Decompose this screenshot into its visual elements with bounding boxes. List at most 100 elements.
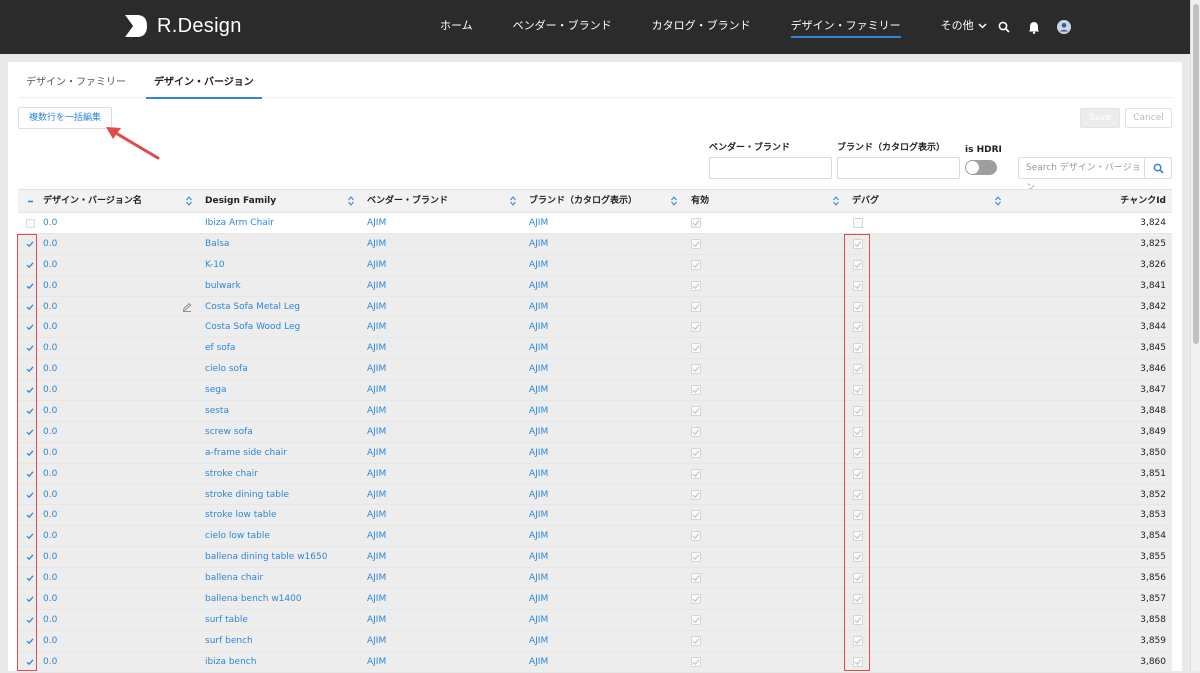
table-row[interactable]: 0.0 stroke dining table AJIM AJIM 3,852 <box>18 484 1172 506</box>
vendor-brand-link[interactable]: AJIM <box>367 631 386 651</box>
catalog-brand-link[interactable]: AJIM <box>529 401 548 421</box>
row-select-checkbox[interactable] <box>25 427 35 437</box>
catalog-brand-link[interactable]: AJIM <box>529 255 548 275</box>
design-family-link[interactable]: screw sofa <box>205 422 253 442</box>
design-family-link[interactable]: ballena dining table w1650 <box>205 547 327 567</box>
vendor-brand-link[interactable]: AJIM <box>367 380 386 400</box>
row-select-checkbox[interactable] <box>25 636 35 646</box>
row-select-checkbox[interactable] <box>25 260 35 270</box>
design-family-link[interactable]: cielo low table <box>205 526 270 546</box>
row-select-checkbox[interactable] <box>25 552 35 562</box>
catalog-brand-link[interactable]: AJIM <box>529 464 548 484</box>
row-select-checkbox[interactable] <box>25 573 35 583</box>
vendor-brand-link[interactable]: AJIM <box>367 213 386 233</box>
row-select-checkbox[interactable] <box>25 469 35 479</box>
nav-home[interactable]: ホーム <box>440 0 473 54</box>
version-name[interactable]: 0.0 <box>43 255 57 275</box>
scrollbar-thumb[interactable] <box>1193 4 1199 344</box>
nav-design-family[interactable]: デザイン・ファミリー <box>790 0 901 54</box>
version-name[interactable]: 0.0 <box>43 485 57 505</box>
logo[interactable]: R.Design <box>124 14 242 38</box>
catalog-brand-link[interactable]: AJIM <box>529 610 548 630</box>
table-row[interactable]: 0.0 ballena dining table w1650 AJIM AJIM 3,8… <box>18 547 1172 569</box>
vendor-brand-link[interactable]: AJIM <box>367 547 386 567</box>
design-family-link[interactable]: sesta <box>205 401 229 421</box>
vendor-brand-link[interactable]: AJIM <box>367 338 386 358</box>
catalog-brand-link[interactable]: AJIM <box>529 338 548 358</box>
search-button[interactable] <box>1144 157 1172 179</box>
catalog-brand-link[interactable]: AJIM <box>529 422 548 442</box>
catalog-brand-link[interactable]: AJIM <box>529 443 548 463</box>
select-all-checkbox[interactable] <box>25 196 35 206</box>
vendor-brand-link[interactable]: AJIM <box>367 297 386 317</box>
nav-other[interactable]: その他 <box>941 0 987 54</box>
vendor-brand-link[interactable]: AJIM <box>367 255 386 275</box>
vendor-brand-link[interactable]: AJIM <box>367 568 386 588</box>
table-row[interactable]: 0.0 screw sofa AJIM AJIM 3,849 <box>18 421 1172 443</box>
table-row[interactable]: 0.0 ibiza bench AJIM AJIM 3,860 <box>18 651 1172 673</box>
table-row[interactable]: 0.0 bulwark AJIM AJIM 3,841 <box>18 275 1172 297</box>
version-name[interactable]: 0.0 <box>43 568 57 588</box>
version-name[interactable]: 0.0 <box>43 380 57 400</box>
catalog-brand-link[interactable]: AJIM <box>529 547 548 567</box>
version-name[interactable]: 0.0 <box>43 297 57 317</box>
sort-icon[interactable] <box>186 196 192 206</box>
catalog-brand-link[interactable]: AJIM <box>529 234 548 254</box>
catalog-brand-link[interactable]: AJIM <box>529 213 548 233</box>
page-scrollbar[interactable] <box>1190 0 1200 671</box>
vendor-filter-input[interactable] <box>709 157 832 179</box>
design-family-link[interactable]: Costa Sofa Metal Leg <box>205 297 300 317</box>
table-row[interactable]: 0.0 K-10 AJIM AJIM 3,826 <box>18 254 1172 276</box>
design-family-link[interactable]: surf bench <box>205 631 253 651</box>
design-family-link[interactable]: Balsa <box>205 234 229 254</box>
vendor-brand-link[interactable]: AJIM <box>367 234 386 254</box>
version-name[interactable]: 0.0 <box>43 422 57 442</box>
cancel-button[interactable]: Cancel <box>1125 108 1172 128</box>
design-family-link[interactable]: cielo sofa <box>205 359 248 379</box>
row-select-checkbox[interactable] <box>25 531 35 541</box>
table-row[interactable]: 0.0 ef sofa AJIM AJIM 3,845 <box>18 338 1172 360</box>
sort-icon[interactable] <box>510 196 516 206</box>
vendor-brand-link[interactable]: AJIM <box>367 652 386 672</box>
version-name[interactable]: 0.0 <box>43 213 57 233</box>
version-name[interactable]: 0.0 <box>43 276 57 296</box>
table-row[interactable]: 0.0 Balsa AJIM AJIM 3,825 <box>18 233 1172 255</box>
sort-icon[interactable] <box>348 196 354 206</box>
table-row[interactable]: 0.0 Costa Sofa Wood Leg AJIM AJIM 3,844 <box>18 317 1172 339</box>
row-select-checkbox[interactable] <box>25 615 35 625</box>
row-select-checkbox[interactable] <box>25 385 35 395</box>
table-row[interactable]: 0.0 a-frame side chair AJIM AJIM 3,850 <box>18 442 1172 464</box>
design-family-link[interactable]: stroke dining table <box>205 485 289 505</box>
brand-filter-input[interactable] <box>837 157 960 179</box>
catalog-brand-link[interactable]: AJIM <box>529 380 548 400</box>
col-header-vendor-brand[interactable]: ベンダー・ブランド <box>367 190 448 212</box>
table-row[interactable]: 0.0 surf bench AJIM AJIM 3,859 <box>18 630 1172 652</box>
vendor-brand-link[interactable]: AJIM <box>367 505 386 525</box>
version-name[interactable]: 0.0 <box>43 401 57 421</box>
vendor-brand-link[interactable]: AJIM <box>367 317 386 337</box>
vendor-brand-link[interactable]: AJIM <box>367 359 386 379</box>
table-row[interactable]: 0.0 stroke chair AJIM AJIM 3,851 <box>18 463 1172 485</box>
version-name[interactable]: 0.0 <box>43 464 57 484</box>
catalog-brand-link[interactable]: AJIM <box>529 589 548 609</box>
col-header-enabled[interactable]: 有効 <box>691 190 709 212</box>
vendor-brand-link[interactable]: AJIM <box>367 401 386 421</box>
nav-vendor-brand[interactable]: ベンダー・ブランド <box>513 0 612 54</box>
row-select-checkbox[interactable] <box>25 281 35 291</box>
search-icon[interactable] <box>995 18 1013 36</box>
design-family-link[interactable]: ibiza bench <box>205 652 256 672</box>
row-select-checkbox[interactable] <box>25 490 35 500</box>
nav-catalog-brand[interactable]: カタログ・ブランド <box>652 0 751 54</box>
bulk-edit-button[interactable]: 複数行を一括編集 <box>18 107 113 129</box>
edit-pencil-icon[interactable] <box>182 302 192 312</box>
col-header-debug[interactable]: デバグ <box>852 190 879 212</box>
catalog-brand-link[interactable]: AJIM <box>529 505 548 525</box>
tab-design-version[interactable]: デザイン・バージョン <box>146 72 262 99</box>
sort-icon[interactable] <box>671 196 677 206</box>
avatar-icon[interactable] <box>1055 18 1073 36</box>
row-select-checkbox[interactable] <box>25 406 35 416</box>
col-header-design-family[interactable]: Design Family <box>205 190 276 212</box>
vendor-brand-link[interactable]: AJIM <box>367 526 386 546</box>
version-name[interactable]: 0.0 <box>43 547 57 567</box>
design-family-link[interactable]: ballena bench w1400 <box>205 589 302 609</box>
